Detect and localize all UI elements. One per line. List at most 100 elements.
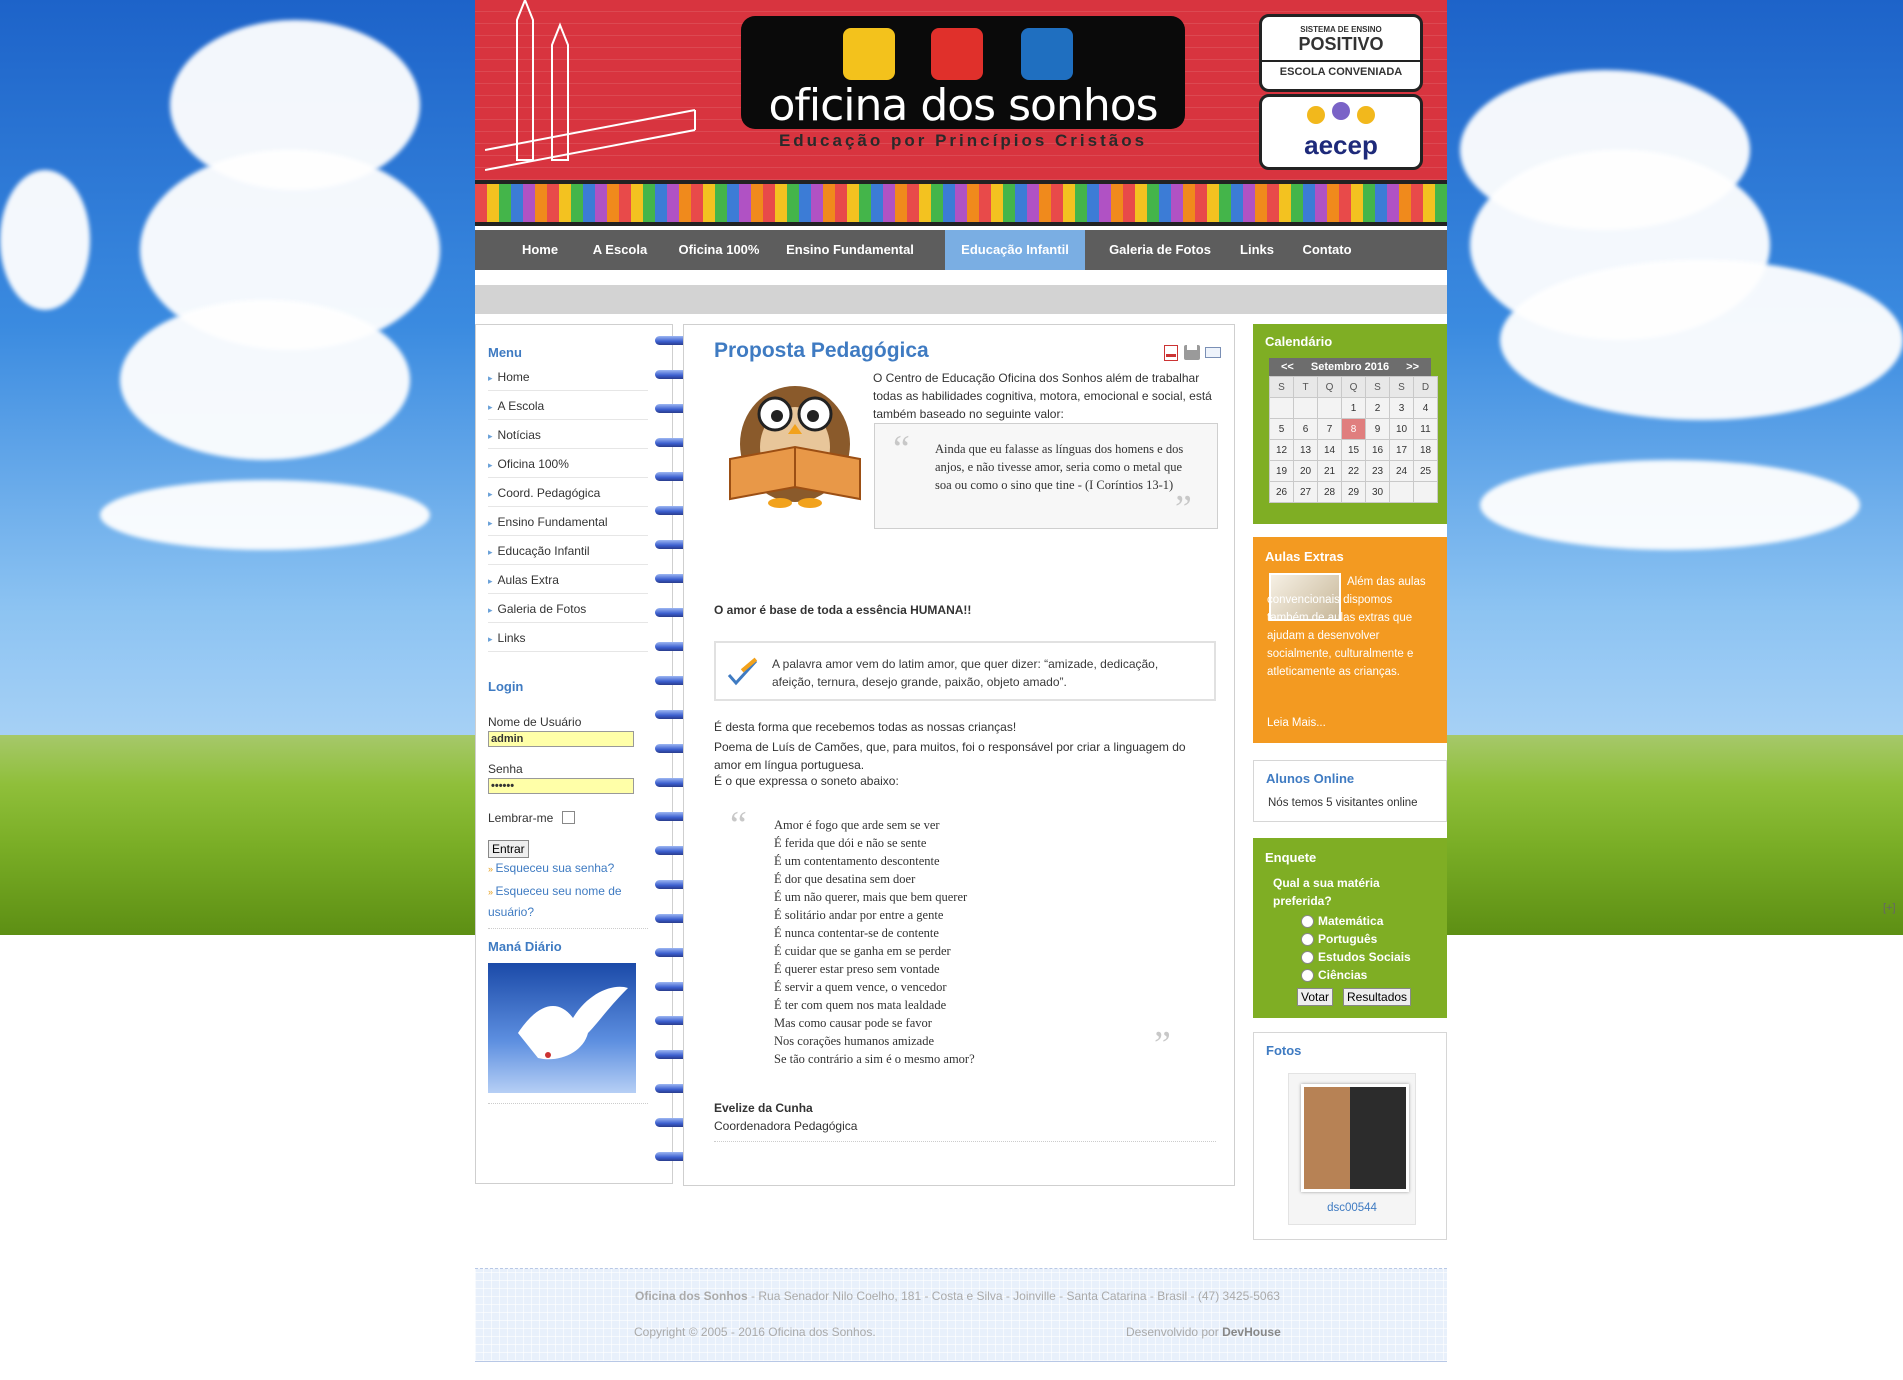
calendar-day[interactable]: 27 [1293,481,1318,503]
calendar-day[interactable]: 3 [1389,397,1414,419]
forgot-username-link[interactable]: » Esqueceu seu nome de usuário? [488,881,638,922]
calendar-day[interactable]: 12 [1269,439,1294,461]
sidebar-item-galeria[interactable]: ▸ Galeria de Fotos [488,595,648,623]
footer-dev-link[interactable]: DevHouse [1222,1325,1281,1339]
photo-frame[interactable]: dsc00544 [1288,1073,1416,1225]
calendar-day-today[interactable]: 8 [1341,418,1366,440]
sidebar-item-noticias[interactable]: ▸ Notícias [488,421,648,449]
calendar-next-button[interactable]: >> [1406,358,1419,376]
poll-question: Qual a sua matéria preferida? [1273,876,1380,908]
sidebar-item-oficina[interactable]: ▸ Oficina 100% [488,450,648,478]
poll-option-ciencias[interactable]: Ciências [1301,968,1367,983]
calendar-module: Calendário << Setembro 2016 >> STQQSSD 1… [1253,324,1447,524]
fotos-title: Fotos [1266,1043,1302,1058]
radio-button[interactable] [1301,969,1314,983]
calendar-day[interactable]: 4 [1413,397,1438,419]
pdf-icon[interactable] [1164,345,1178,361]
nav-contato[interactable]: Contato [1287,230,1367,270]
calendar-day[interactable]: 29 [1341,481,1366,503]
calendar-day[interactable]: 1 [1341,397,1366,419]
calendar-day[interactable]: 10 [1389,418,1414,440]
calendar-day[interactable]: 13 [1293,439,1318,461]
calendar-day[interactable]: 20 [1293,460,1318,482]
sidebar-item-educacao-infantil[interactable]: ▸ Educação Infantil [488,537,648,565]
sidebar-item-label: A Escola [497,399,545,413]
calendar-day[interactable]: 6 [1293,418,1318,440]
calendar-day[interactable]: 26 [1269,481,1294,503]
positivo-badge[interactable]: SISTEMA DE ENSINO POSITIVO ESCOLA CONVEN… [1259,14,1423,92]
breadcrumb-bar [475,285,1447,314]
calendar-day[interactable]: 17 [1389,439,1414,461]
poll-option-estudos-sociais[interactable]: Estudos Sociais [1301,950,1411,965]
radio-button[interactable] [1301,951,1314,965]
aulas-extras-module: Aulas Extras Além das aulas convencionai… [1253,537,1447,743]
email-icon[interactable] [1205,347,1221,358]
radio-button[interactable] [1301,915,1314,929]
poll-option-matematica[interactable]: Matemática [1301,914,1383,929]
calendar-day[interactable]: 30 [1365,481,1390,503]
sidebar-item-label: Links [497,631,526,645]
cloud [1500,260,1903,420]
username-field[interactable]: admin [488,731,634,747]
photo-thumbnail[interactable] [1301,1084,1409,1192]
vote-button[interactable]: Votar [1297,988,1334,1006]
calendar-day[interactable]: 28 [1317,481,1342,503]
results-button[interactable]: Resultados [1343,988,1412,1006]
nav-links[interactable]: Links [1232,230,1282,270]
calendar-week: 1234 [1269,397,1438,419]
poem-line: É ter com quem nos mata lealdade [774,998,947,1012]
calendar-day[interactable]: 14 [1317,439,1342,461]
login-title: Login [488,679,524,694]
poll-option-portugues[interactable]: Português [1301,932,1377,947]
page: oficina dos sonhos Educação por Princípi… [475,0,1447,1380]
calendar-day[interactable]: 21 [1317,460,1342,482]
calendar-day[interactable]: 9 [1365,418,1390,440]
nav-home[interactable]: Home [505,230,575,270]
calendar-day[interactable]: 15 [1341,439,1366,461]
nav-a-escola[interactable]: A Escola [580,230,660,270]
nav-galeria-de-fotos[interactable]: Galeria de Fotos [1095,230,1225,270]
photo-caption[interactable]: dsc00544 [1289,1202,1415,1214]
radio-button[interactable] [1301,933,1314,947]
sidebar-item-links[interactable]: ▸ Links [488,624,648,652]
sidebar-item-coord-pedagogica[interactable]: ▸ Coord. Pedagógica [488,479,648,507]
dove-image[interactable] [488,963,636,1093]
arrow-icon: ▸ [488,518,493,528]
nav-educacao-infantil[interactable]: Educação Infantil [945,230,1085,270]
books-icon [1021,28,1073,80]
remember-checkbox[interactable] [562,811,575,824]
calendar-day[interactable]: 22 [1341,460,1366,482]
leia-mais-link[interactable]: Leia Mais... [1267,717,1326,729]
menu-title: Menu [488,345,522,360]
password-field[interactable]: •••••• [488,778,634,794]
nav-oficina-100[interactable]: Oficina 100% [667,230,771,270]
alunos-online-text: Nós temos 5 visitantes online [1268,797,1418,809]
nav-ensino-fundamental[interactable]: Ensino Fundamental [775,230,925,270]
calendar-day[interactable]: 7 [1317,418,1342,440]
calendar-day[interactable]: 16 [1365,439,1390,461]
sidebar-item-home[interactable]: ▸ Home [488,363,648,391]
sidebar-item-a-escola[interactable]: ▸ A Escola [488,392,648,420]
calendar-day[interactable]: 23 [1365,460,1390,482]
aecep-badge[interactable]: aecep [1259,94,1423,170]
arrow-icon: » [488,887,496,897]
calendar-day[interactable]: 25 [1413,460,1438,482]
print-icon[interactable] [1184,345,1200,360]
paragraph-1: É desta forma que recebemos todas as nos… [714,720,1017,734]
poem-line: Nos corações humanos amizade [774,1034,935,1048]
school-logo[interactable]: oficina dos sonhos [741,16,1185,129]
calendar-day[interactable]: 18 [1413,439,1438,461]
sidebar-item-ensino-fundamental[interactable]: ▸ Ensino Fundamental [488,508,648,536]
calendar-day[interactable]: 2 [1365,397,1390,419]
sidebar-item-aulas-extra[interactable]: ▸ Aulas Extra [488,566,648,594]
login-button[interactable]: Entrar [488,840,529,858]
expand-marker[interactable]: [+] [1883,902,1896,914]
calendar-day[interactable]: 19 [1269,460,1294,482]
calendar-title: Calendário [1265,334,1333,349]
calendar-day[interactable]: 11 [1413,418,1438,440]
calendar-prev-button[interactable]: << [1281,358,1294,376]
calendar-day[interactable]: 5 [1269,418,1294,440]
poem-line: É um não querer, mais que bem querer [774,890,968,904]
calendar-day[interactable]: 24 [1389,460,1414,482]
forgot-password-link[interactable]: » Esqueceu sua senha? [488,861,614,875]
